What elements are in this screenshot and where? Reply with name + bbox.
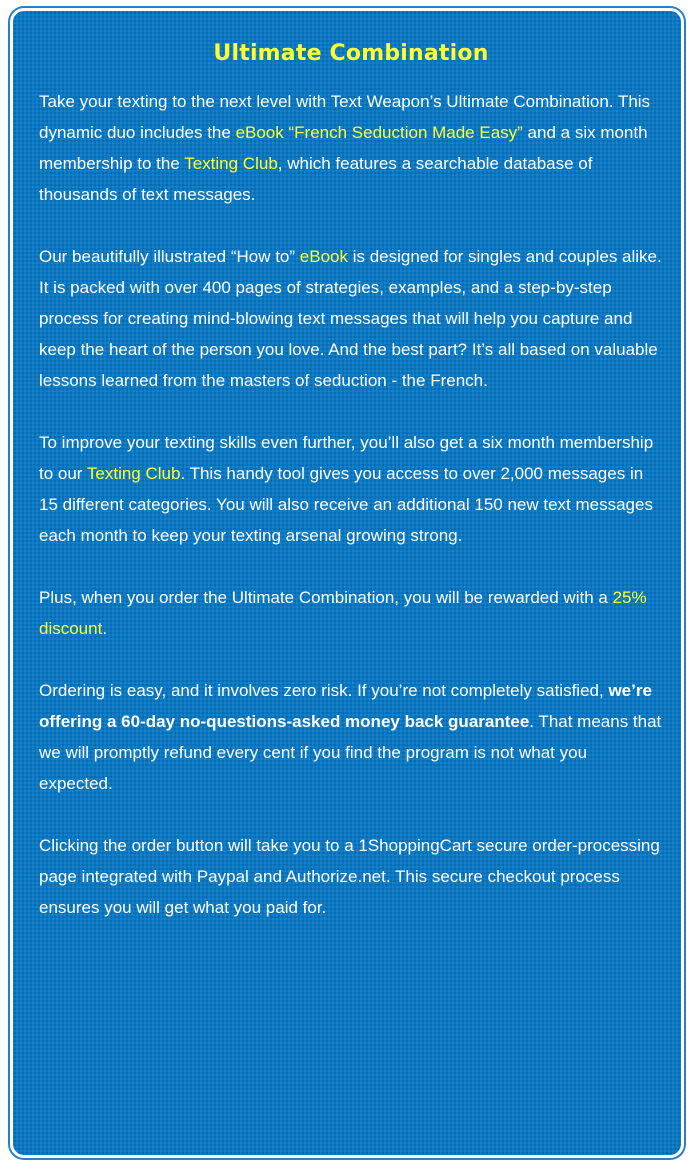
texting-club-paragraph: To improve your texting skills even furt… (39, 427, 663, 551)
discount-text-start: Plus, when you order the Ultimate Combin… (39, 588, 613, 607)
ebook-paragraph: Our beautifully illustrated “How to” eBo… (39, 241, 663, 396)
discount-paragraph: Plus, when you order the Ultimate Combin… (39, 582, 663, 644)
ebook-text-start: Our beautifully illustrated “How to” (39, 247, 300, 266)
texting-club-link-2[interactable]: Texting Club (87, 464, 181, 483)
ultimate-combination-panel: Ultimate Combination Take your texting t… (10, 8, 684, 1158)
ebook-link[interactable]: eBook (300, 247, 348, 266)
guarantee-text-start: Ordering is easy, and it involves zero r… (39, 681, 609, 700)
texting-club-link[interactable]: Texting Club (184, 154, 278, 173)
ebook-text-end: is designed for singles and couples alik… (39, 247, 662, 390)
guarantee-paragraph: Ordering is easy, and it involves zero r… (39, 675, 663, 799)
checkout-paragraph: Clicking the order button will take you … (39, 836, 660, 917)
discount-text-end: . (102, 619, 108, 638)
panel-title: Ultimate Combination (213, 41, 489, 66)
intro-paragraph: Take your texting to the next level with… (39, 86, 663, 210)
ebook-french-seduction-link[interactable]: eBook “French Seduction Made Easy” (236, 123, 523, 142)
